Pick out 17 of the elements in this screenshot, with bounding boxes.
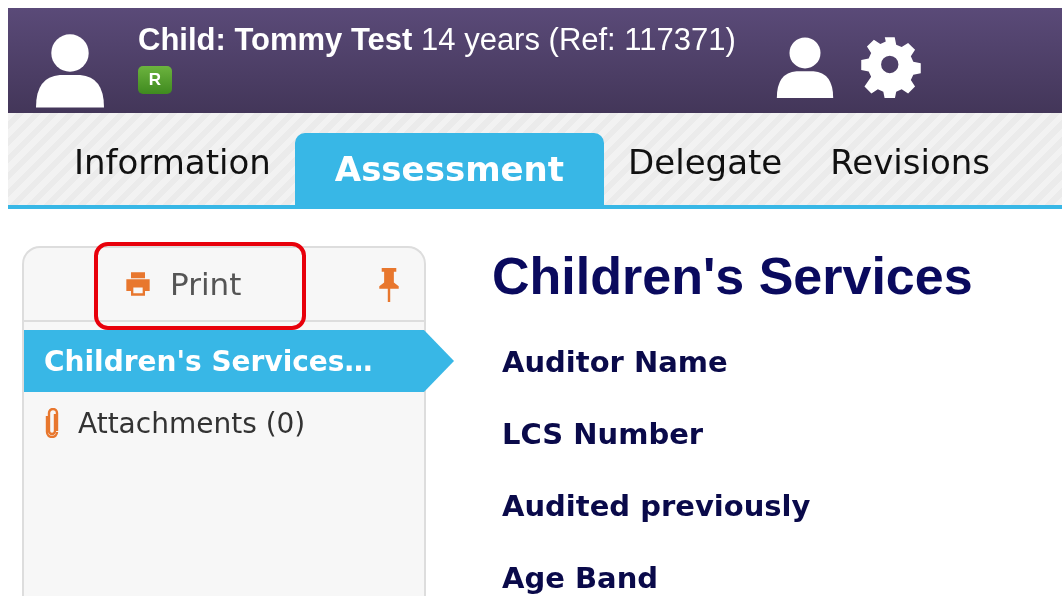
settings-icon[interactable] [859,36,922,98]
tab[interactable]: Information [50,133,295,205]
printer-icon [124,270,152,298]
field-label: Age Band [502,560,660,596]
print-button[interactable]: Print [124,266,242,302]
section-title: Children's Services [492,246,973,306]
tab[interactable]: Revisions [806,133,1015,205]
field-label: LCS Number [502,416,705,453]
child-title: Child: Tommy Test 14 years (Ref: 117371) [138,22,736,58]
paperclip-icon [44,408,60,438]
field-label: Auditor Name [502,344,729,381]
status-badge: R [138,66,172,94]
tab[interactable]: Delegate [604,133,807,205]
pin-icon[interactable] [376,268,402,302]
sidebar-item[interactable]: Attachments (0) [24,392,454,454]
avatar-icon [36,32,104,108]
field-label: Audited previously [502,488,812,525]
